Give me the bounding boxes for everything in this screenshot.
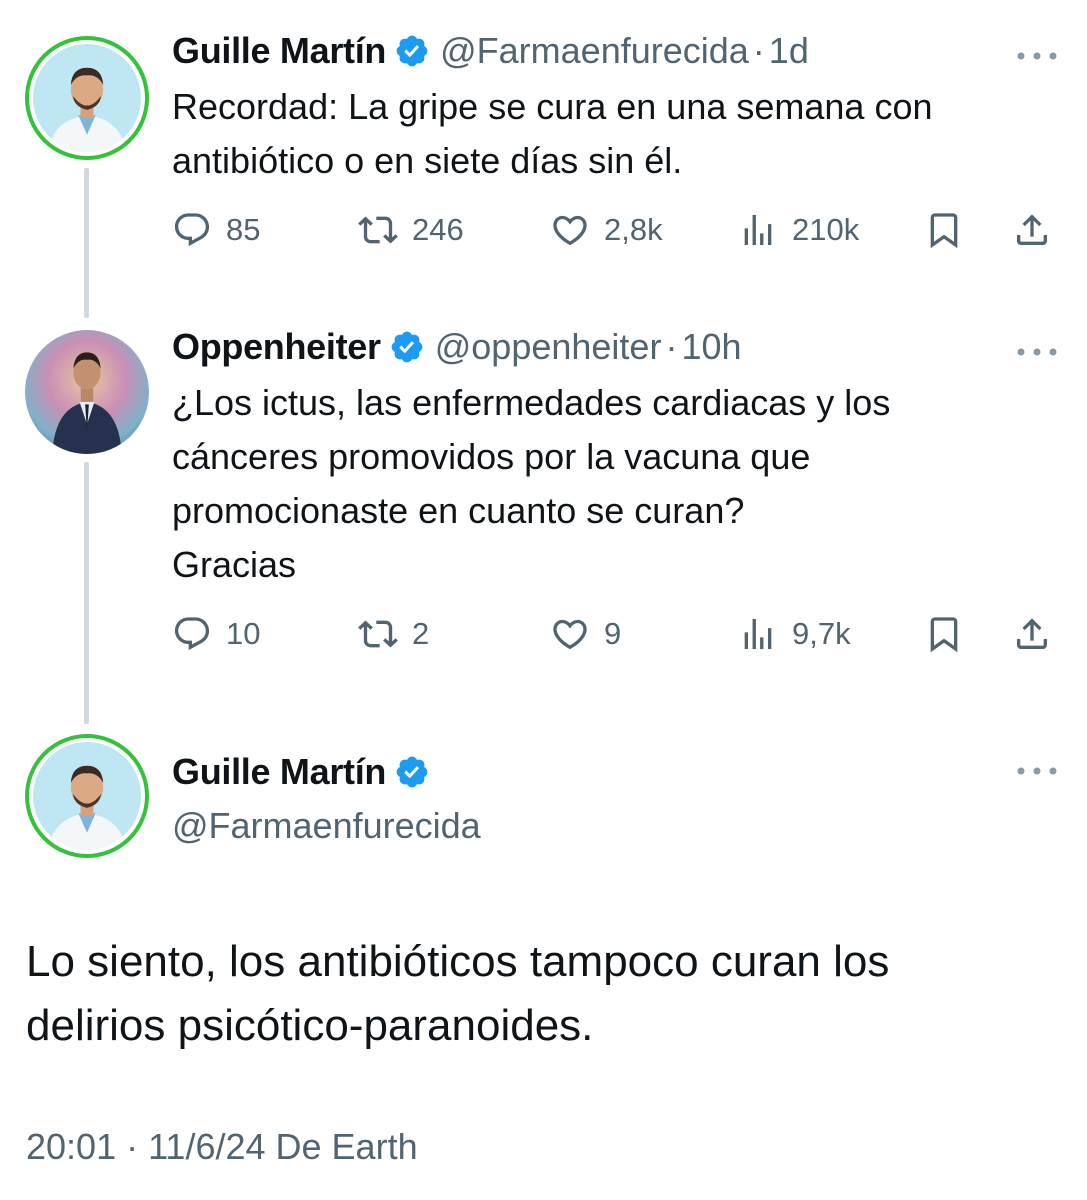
- separator: ·: [752, 30, 765, 71]
- retweet-icon: [358, 620, 398, 648]
- tweet-time[interactable]: 10h: [681, 326, 741, 368]
- tweet-text-line: promocionaste en cuanto se curan?: [172, 490, 745, 531]
- more-dots-icon[interactable]: [1015, 46, 1059, 66]
- retweet-count: 2: [412, 616, 430, 651]
- reply-icon: [174, 617, 210, 651]
- reply-count: 10: [226, 616, 261, 651]
- author-handle[interactable]: @Farmaenfurecida: [172, 799, 1059, 853]
- tweet-header: Guille Martín @Farmaenfurecida · 1d: [172, 26, 1059, 76]
- views-button[interactable]: 210k: [738, 210, 859, 250]
- avatar-image: [33, 742, 141, 850]
- like-count: 9: [604, 616, 622, 651]
- avatar[interactable]: [25, 36, 149, 160]
- like-button[interactable]: 9: [550, 614, 621, 654]
- tweet[interactable]: Guille Martín @Farmaenfurecida · 1d Reco…: [172, 26, 1059, 188]
- views-button[interactable]: 9,7k: [738, 614, 851, 654]
- avatar-image: [25, 330, 149, 454]
- verified-badge-icon: [396, 756, 428, 788]
- views-count: 9,7k: [792, 616, 851, 651]
- share-button[interactable]: [1012, 210, 1052, 250]
- tweet-actions: 85 246 2,8k 210k: [172, 210, 1062, 258]
- thread-connector: [84, 168, 89, 318]
- author-handle[interactable]: @oppenheiter: [435, 326, 662, 368]
- bookmark-button[interactable]: [924, 210, 964, 250]
- author-name[interactable]: Oppenheiter: [172, 326, 381, 368]
- bookmark-button[interactable]: [924, 614, 964, 654]
- author-name[interactable]: Guille Martín: [172, 30, 386, 72]
- heart-icon: [553, 215, 587, 246]
- avatar[interactable]: [25, 330, 149, 454]
- main-tweet-text: Lo siento, los antibióticos tampoco cura…: [26, 930, 1047, 1058]
- more-dots-icon[interactable]: [1015, 342, 1059, 362]
- retweet-button[interactable]: 2: [358, 614, 429, 654]
- share-button[interactable]: [1012, 614, 1052, 654]
- reply-button[interactable]: 10: [172, 614, 260, 654]
- reply-icon: [174, 213, 210, 247]
- bookmark-icon: [930, 213, 958, 249]
- share-icon: [1017, 214, 1047, 245]
- verified-badge-icon: [396, 35, 428, 67]
- avatar-image: [33, 44, 141, 152]
- author-handle[interactable]: @Farmaenfurecida: [440, 30, 749, 72]
- tweet-text-line: ¿Los ictus, las enfermedades cardiacas y…: [172, 382, 891, 423]
- tweet-text-line: antibiótico o en siete días sin él.: [172, 140, 683, 181]
- tweet-text: ¿Los ictus, las enfermedades cardiacas y…: [172, 376, 1059, 592]
- tweet-text-line: Recordad: La gripe se cura en una semana…: [172, 86, 933, 127]
- author-name[interactable]: Guille Martín: [172, 751, 386, 793]
- views-chart-icon: [744, 619, 772, 649]
- tweet-text-line: Lo siento, los antibióticos tampoco cura…: [26, 937, 890, 986]
- thread-connector: [84, 462, 89, 724]
- reply-button[interactable]: 85: [172, 210, 260, 250]
- views-count: 210k: [792, 212, 860, 247]
- tweet-timestamp[interactable]: 20:01 · 11/6/24 De Earth: [26, 1126, 418, 1168]
- tweet-time[interactable]: 1d: [769, 30, 809, 72]
- tweet-text-line: cánceres promovidos por la vacuna que: [172, 436, 811, 477]
- tweet-text: Recordad: La gripe se cura en una semana…: [172, 80, 1059, 188]
- main-tweet-header: Guille Martín @Farmaenfurecida: [172, 745, 1059, 853]
- more-dots-icon[interactable]: [1015, 761, 1059, 781]
- heart-icon: [553, 619, 587, 650]
- tweet-actions: 10 2 9 9,7k: [172, 614, 1062, 662]
- retweet-button[interactable]: 246: [358, 210, 464, 250]
- avatar[interactable]: [25, 734, 149, 858]
- like-count: 2,8k: [604, 212, 663, 247]
- reply-count: 85: [226, 212, 261, 247]
- share-icon: [1017, 618, 1047, 649]
- bookmark-icon: [930, 617, 958, 653]
- separator: ·: [665, 326, 678, 367]
- tweet-text-line: Gracias: [172, 544, 297, 585]
- like-button[interactable]: 2,8k: [550, 210, 663, 250]
- views-chart-icon: [744, 215, 772, 245]
- tweet[interactable]: Oppenheiter @oppenheiter · 10h ¿Los ictu…: [172, 322, 1059, 592]
- retweet-icon: [358, 216, 398, 244]
- tweet-header: Oppenheiter @oppenheiter · 10h: [172, 322, 1059, 372]
- verified-badge-icon: [391, 331, 423, 363]
- retweet-count: 246: [412, 212, 464, 247]
- tweet-text-line: delirios psicótico-paranoides.: [26, 1001, 594, 1050]
